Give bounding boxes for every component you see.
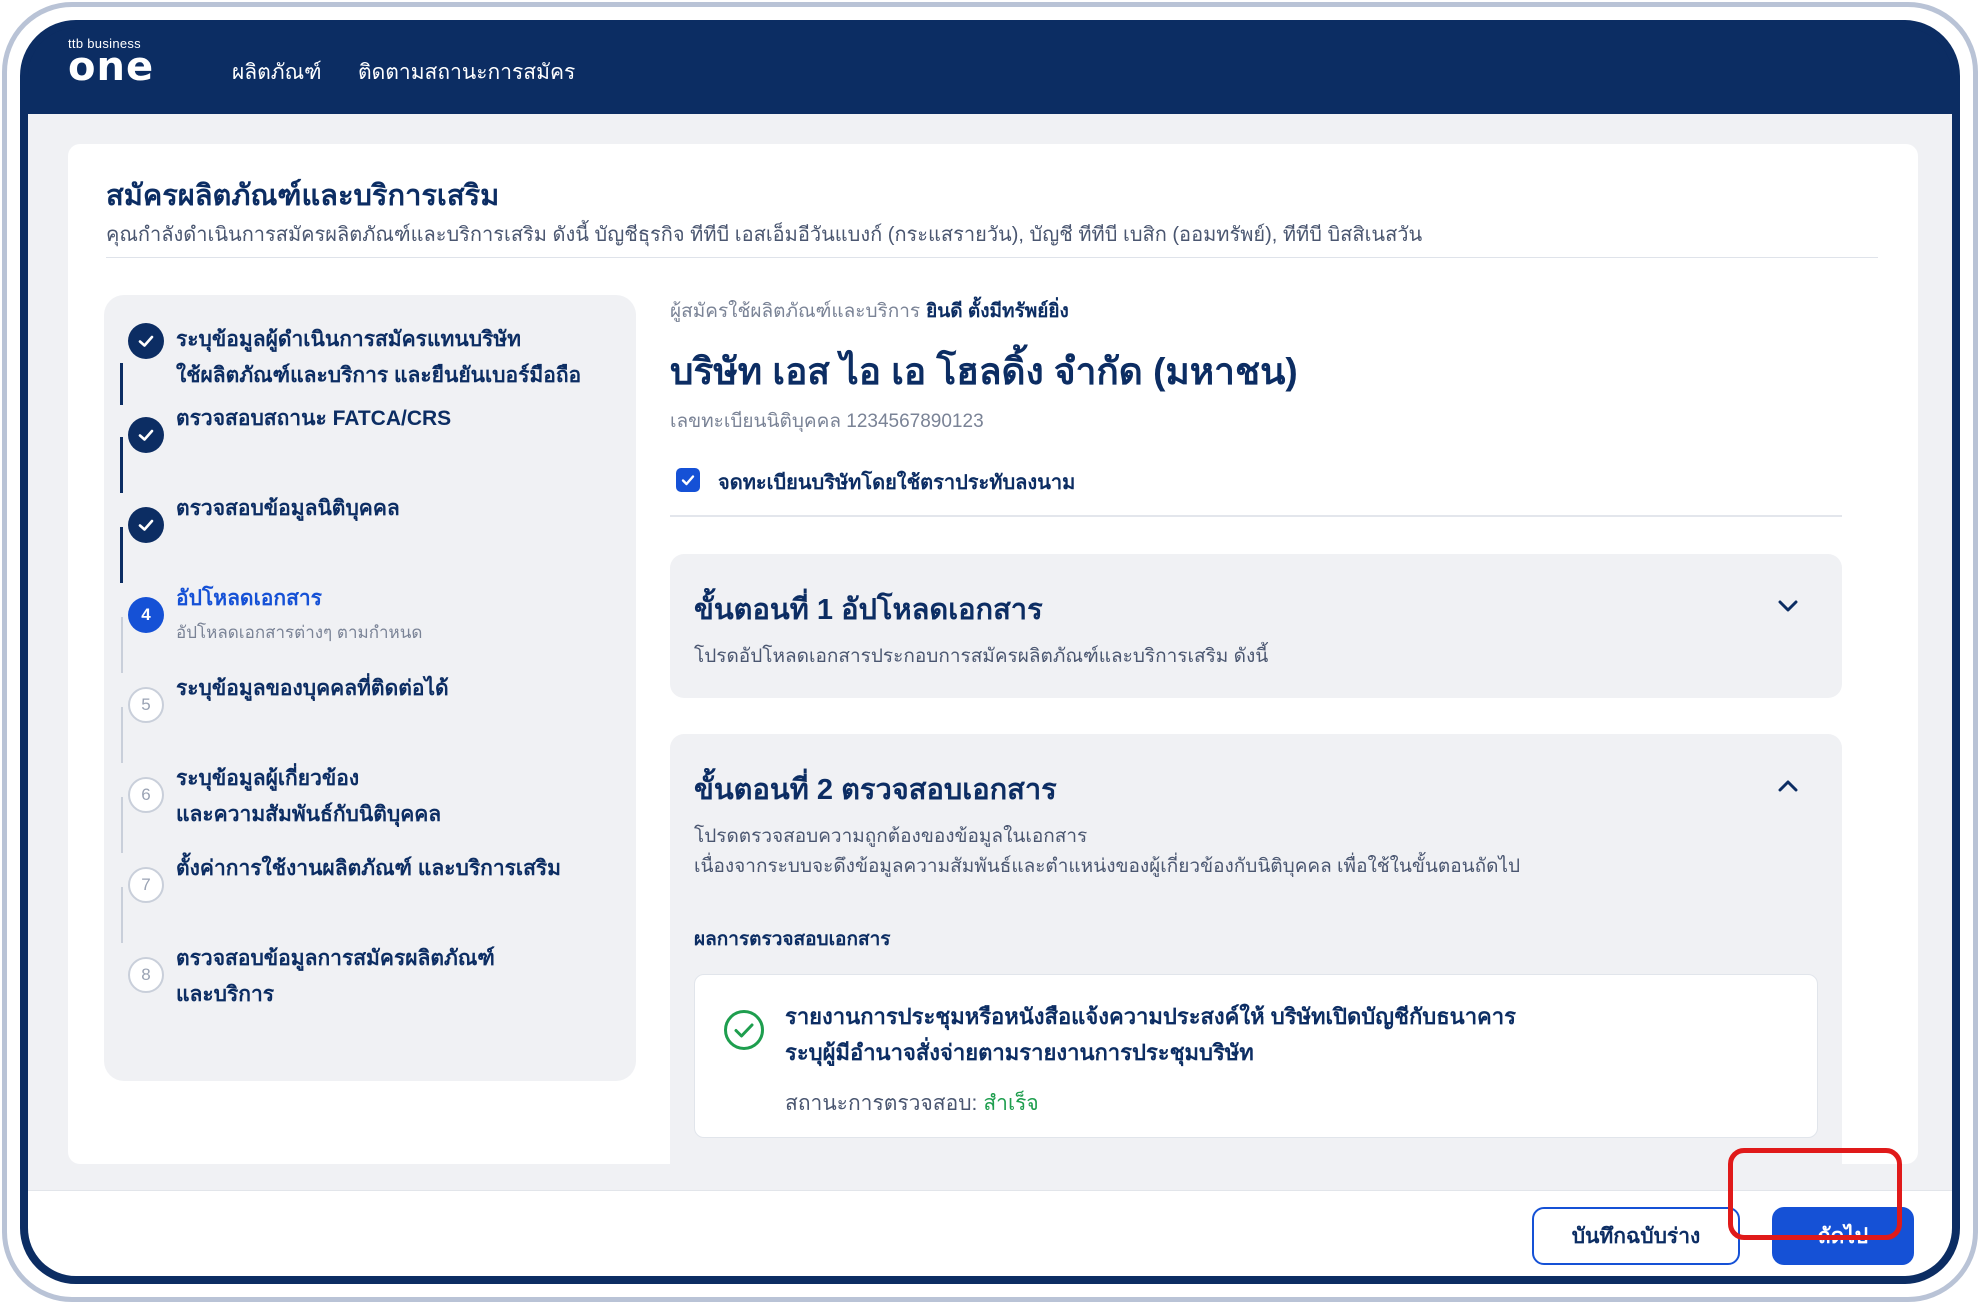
application-detail: ผู้สมัครใช้ผลิตภัณฑ์และบริการ ยินดี ตั้งม… <box>670 144 1890 1164</box>
step1-upload-panel: ขั้นตอนที่ 1 อัปโหลดเอกสาร โปรดอัปโหลดเอ… <box>670 554 1842 698</box>
main-content: สมัครผลิตภัณฑ์และบริการเสริม คุณกำลังดำเ… <box>28 114 1952 1190</box>
step-label: ระบุข้อมูลของบุคคลที่ติดต่อได้ <box>176 677 449 700</box>
check-icon <box>128 323 164 359</box>
step-label: ตรวจสอบสถานะ FATCA/CRS <box>176 407 452 430</box>
step-connector <box>120 363 123 405</box>
application-card: สมัครผลิตภัณฑ์และบริการเสริม คุณกำลังดำเ… <box>68 144 1918 1164</box>
company-name: บริษัท เอส ไอ เอ โฮลดิ้ง จำกัด (มหาชน) <box>670 351 1298 392</box>
step-label: ระบุข้อมูลผู้เกี่ยวข้อง <box>176 767 360 790</box>
brand-logo-big: one <box>68 44 155 90</box>
brand-logo[interactable]: ttb business one <box>66 36 176 96</box>
nav-link-products[interactable]: ผลิตภัณฑ์ <box>232 56 322 89</box>
applicant-info: ผู้สมัครใช้ผลิตภัณฑ์และบริการ ยินดี ตั้งม… <box>670 296 1069 326</box>
seal-checkbox-label[interactable]: จดทะเบียนบริษัทโดยใช้ตราประทับลงนาม <box>718 466 1075 498</box>
verification-result-label: ผลการตรวจสอบเอกสาร <box>694 929 891 950</box>
step-label: ตรวจสอบข้อมูลการสมัครผลิตภัณฑ์ <box>176 947 495 970</box>
step-label: ระบุข้อมูลผู้ดำเนินการสมัครแทนบริษัท <box>176 328 521 351</box>
step2-verify-panel: ขั้นตอนที่ 2 ตรวจสอบเอกสาร โปรดตรวจสอบคว… <box>670 734 1842 1164</box>
step-connector <box>120 437 123 493</box>
panel-description-line2: เนื่องจากระบบจะดึงข้อมูลความสัมพันธ์และต… <box>694 856 1521 877</box>
nav-link-track-status[interactable]: ติดตามสถานะการสมัคร <box>358 56 575 89</box>
step-number: 4 <box>128 597 164 633</box>
document-name-line2: ระบุผู้มีอำนาจสั่งจ่ายตามรายงานการประชุม… <box>785 1040 1254 1065</box>
document-name-line1: รายงานการประชุมหรือหนังสือแจ้งความประสงค… <box>785 1004 1516 1029</box>
applicant-name: ยินดี ตั้งมีทรัพย์ยิ่ง <box>926 301 1069 322</box>
step-number: 5 <box>128 687 164 723</box>
app-window: ttb business one ผลิตภัณฑ์ ติดตามสถานะกา… <box>20 20 1960 1284</box>
save-draft-button[interactable]: บันทึกฉบับร่าง <box>1532 1207 1740 1265</box>
step-connector <box>120 527 123 583</box>
step-number: 8 <box>128 957 164 993</box>
applicant-label: ผู้สมัครใช้ผลิตภัณฑ์และบริการ <box>670 301 921 322</box>
step-label-line2: ใช้ผลิตภัณฑ์และบริการ และยืนยันเบอร์มือถ… <box>176 364 582 387</box>
document-name: รายงานการประชุมหรือหนังสือแจ้งความประสงค… <box>785 999 1516 1071</box>
check-icon <box>128 417 164 453</box>
action-footer: บันทึกฉบับร่าง ถัดไป <box>28 1190 1952 1276</box>
chevron-up-icon[interactable] <box>1774 772 1802 800</box>
step-connector <box>121 887 123 943</box>
checkmark-icon <box>681 475 695 486</box>
document-result-card: รายงานการประชุมหรือหนังสือแจ้งความประสงค… <box>694 974 1818 1138</box>
progress-stepper: ระบุข้อมูลผู้ดำเนินการสมัครแทนบริษัท ใช้… <box>104 295 636 1081</box>
status-badge: สำเร็จ <box>983 1092 1039 1115</box>
step-connector <box>121 617 123 673</box>
step-number: 6 <box>128 777 164 813</box>
step-label: อัปโหลดเอกสาร <box>176 587 322 610</box>
chevron-down-icon[interactable] <box>1774 592 1802 620</box>
panel-title: ขั้นตอนที่ 2 ตรวจสอบเอกสาร <box>694 774 1057 806</box>
highlight-box <box>1728 1148 1902 1240</box>
divider <box>670 515 1842 517</box>
page-title: สมัครผลิตภัณฑ์และบริการเสริม <box>106 180 500 212</box>
panel-description-line1: โปรดตรวจสอบความถูกต้องของข้อมูลในเอกสาร <box>694 826 1088 847</box>
step-label: ตรวจสอบข้อมูลนิติบุคคล <box>176 497 400 520</box>
step-label-line2: และความสัมพันธ์กับนิติบุคคล <box>176 803 442 826</box>
step-label-line2: และบริการ <box>176 983 275 1006</box>
step-connector <box>121 797 123 853</box>
seal-checkbox[interactable] <box>676 468 700 492</box>
registration-number: เลขทะเบียนนิติบุคคล 1234567890123 <box>670 411 984 432</box>
step-number: 7 <box>128 867 164 903</box>
panel-title: ขั้นตอนที่ 1 อัปโหลดเอกสาร <box>694 594 1043 626</box>
verification-status: สถานะการตรวจสอบ: สำเร็จ <box>785 1087 1039 1120</box>
check-icon <box>128 507 164 543</box>
top-navigation: ttb business one ผลิตภัณฑ์ ติดตามสถานะกา… <box>28 28 1952 114</box>
success-check-icon <box>724 1010 764 1050</box>
status-label: สถานะการตรวจสอบ: <box>785 1092 978 1115</box>
step-connector <box>121 707 123 763</box>
step-label: ตั้งค่าการใช้งานผลิตภัณฑ์ และบริการเสริม <box>176 857 562 880</box>
step-description: อัปโหลดเอกสารต่างๆ ตามกำหนด <box>176 623 423 642</box>
panel-description: โปรดอัปโหลดเอกสารประกอบการสมัครผลิตภัณฑ์… <box>694 646 1269 667</box>
